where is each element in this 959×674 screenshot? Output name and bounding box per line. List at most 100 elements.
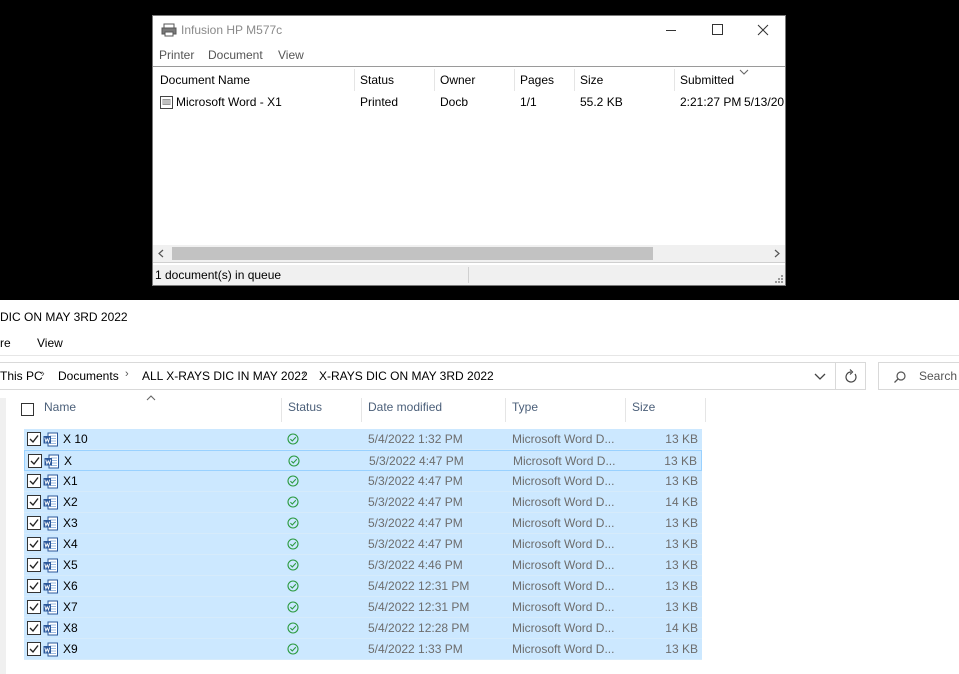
scroll-left-icon[interactable]	[157, 249, 165, 258]
minimize-button[interactable]	[648, 16, 694, 46]
file-row[interactable]: X9 5/4/2022 1:33 PM Microsoft Word D... 13 …	[24, 639, 702, 660]
column-divider[interactable]	[625, 398, 626, 422]
row-checkbox[interactable]	[27, 474, 41, 488]
menu-document[interactable]: Document	[208, 48, 263, 62]
row-checkbox[interactable]	[27, 495, 41, 509]
sync-ok-icon	[287, 643, 299, 655]
column-divider[interactable]	[361, 398, 362, 422]
row-checkbox[interactable]	[27, 579, 41, 593]
file-type: Microsoft Word D...	[513, 454, 616, 468]
refresh-button[interactable]	[836, 362, 866, 390]
file-row[interactable]: X4 5/3/2022 4:47 PM Microsoft Word D... 13 …	[24, 534, 702, 555]
close-button[interactable]	[740, 16, 786, 46]
chevron-right-icon[interactable]: ›	[302, 368, 306, 380]
sync-ok-icon	[287, 601, 299, 613]
column-header-status[interactable]: Status	[360, 73, 394, 87]
file-row[interactable]: X 5/3/2022 4:47 PM Microsoft Word D... 13 K…	[24, 450, 702, 471]
file-type: Microsoft Word D...	[512, 579, 615, 593]
status-bar: 1 document(s) in queue	[153, 265, 785, 285]
maximize-button[interactable]	[694, 16, 740, 46]
file-row[interactable]: X1 5/3/2022 4:47 PM Microsoft Word D... 13 …	[24, 471, 702, 492]
column-header-date-modified[interactable]: Date modified	[368, 400, 442, 422]
checkmark-icon	[29, 561, 39, 570]
breadcrumb-this-pc[interactable]: This PC	[0, 369, 43, 383]
breadcrumb-documents[interactable]: Documents	[58, 369, 119, 383]
chevron-right-icon[interactable]: ›	[125, 368, 129, 380]
column-divider[interactable]	[674, 69, 675, 91]
column-divider[interactable]	[574, 69, 575, 91]
file-row[interactable]: X5 5/3/2022 4:46 PM Microsoft Word D... 13 …	[24, 555, 702, 576]
scroll-right-icon[interactable]	[773, 249, 781, 258]
column-header-size[interactable]: Size	[580, 73, 603, 87]
print-queue-window: Infusion HP M577c Printer Document View …	[152, 15, 786, 286]
menu-printer[interactable]: Printer	[159, 48, 194, 62]
column-divider[interactable]	[705, 398, 706, 422]
search-placeholder: Search X	[919, 369, 959, 383]
chevron-down-icon[interactable]	[813, 367, 827, 385]
file-row[interactable]: X7 5/4/2022 12:31 PM Microsoft Word D... 13…	[24, 597, 702, 618]
file-row[interactable]: X 10 5/4/2022 1:32 PM Microsoft Word D... 1…	[24, 429, 702, 450]
row-checkbox[interactable]	[27, 537, 41, 551]
column-header-type[interactable]: Type	[512, 400, 538, 422]
title-bar[interactable]: Infusion HP M577c	[153, 16, 785, 46]
column-header-document-name[interactable]: Document Name	[160, 73, 250, 87]
row-checkbox[interactable]	[27, 621, 41, 635]
word-document-icon	[43, 474, 58, 489]
file-row[interactable]: X8 5/4/2022 12:28 PM Microsoft Word D... 14…	[24, 618, 702, 639]
row-checkbox[interactable]	[27, 432, 41, 446]
column-divider[interactable]	[505, 398, 506, 422]
address-bar[interactable]: This PC › Documents › ALL X-RAYS DIC IN …	[0, 362, 836, 390]
sort-descending-icon	[739, 69, 749, 75]
file-name: X6	[63, 579, 78, 593]
file-type: Microsoft Word D...	[512, 516, 615, 530]
column-divider[interactable]	[281, 398, 282, 422]
resize-grip-icon[interactable]	[775, 275, 783, 283]
sync-ok-icon	[287, 496, 299, 508]
explorer-title: DIC ON MAY 3RD 2022	[0, 310, 128, 324]
column-header-submitted[interactable]: Submitted	[680, 73, 734, 87]
file-size: 13 KB	[665, 642, 698, 656]
document-icon	[160, 96, 173, 109]
column-header-size[interactable]: Size	[632, 400, 655, 422]
file-name: X7	[63, 600, 78, 614]
file-type: Microsoft Word D...	[512, 621, 615, 635]
file-row[interactable]: X2 5/3/2022 4:47 PM Microsoft Word D... 14 …	[24, 492, 702, 513]
row-checkbox[interactable]	[27, 516, 41, 530]
column-divider[interactable]	[434, 69, 435, 91]
row-checkbox[interactable]	[27, 642, 41, 656]
checkmark-icon	[29, 519, 39, 528]
breadcrumb-current-folder[interactable]: X-RAYS DIC ON MAY 3RD 2022	[319, 369, 494, 383]
column-header-pages[interactable]: Pages	[520, 73, 554, 87]
row-checkbox[interactable]	[28, 454, 42, 468]
column-header-status[interactable]: Status	[288, 400, 322, 422]
row-checkbox[interactable]	[27, 558, 41, 572]
search-input[interactable]: Search X	[878, 362, 959, 390]
navigation-pane-scrollbar[interactable]	[0, 398, 6, 674]
column-header-owner[interactable]: Owner	[440, 73, 475, 87]
ribbon-tab-view[interactable]: View	[37, 336, 63, 350]
file-date-modified: 5/4/2022 12:28 PM	[368, 621, 470, 635]
maximize-icon	[712, 24, 723, 35]
file-type: Microsoft Word D...	[512, 537, 615, 551]
select-all-checkbox[interactable]	[21, 403, 34, 416]
job-owner: Docb	[440, 95, 469, 109]
file-explorer-window: DIC ON MAY 3RD 2022 re View This PC › Do…	[0, 300, 959, 674]
breadcrumb-all-xrays[interactable]: ALL X-RAYS DIC IN MAY 2022	[142, 369, 308, 383]
horizontal-scrollbar[interactable]	[153, 245, 785, 262]
ribbon-tab-share[interactable]: re	[0, 336, 11, 350]
row-checkbox[interactable]	[27, 600, 41, 614]
chevron-right-icon[interactable]: ›	[41, 368, 45, 380]
file-row[interactable]: X3 5/3/2022 4:47 PM Microsoft Word D... 13 …	[24, 513, 702, 534]
scrollbar-thumb[interactable]	[172, 247, 653, 260]
file-row[interactable]: X6 5/4/2022 12:31 PM Microsoft Word D... 13…	[24, 576, 702, 597]
sync-ok-icon	[287, 622, 299, 634]
checkmark-icon	[29, 477, 39, 486]
file-size: 13 KB	[665, 537, 698, 551]
column-header-name[interactable]: Name	[44, 400, 76, 422]
menu-view[interactable]: View	[278, 48, 304, 62]
file-size: 14 KB	[665, 495, 698, 509]
word-document-icon	[43, 432, 58, 447]
column-divider[interactable]	[514, 69, 515, 91]
word-document-icon	[43, 579, 58, 594]
column-divider[interactable]	[354, 69, 355, 91]
